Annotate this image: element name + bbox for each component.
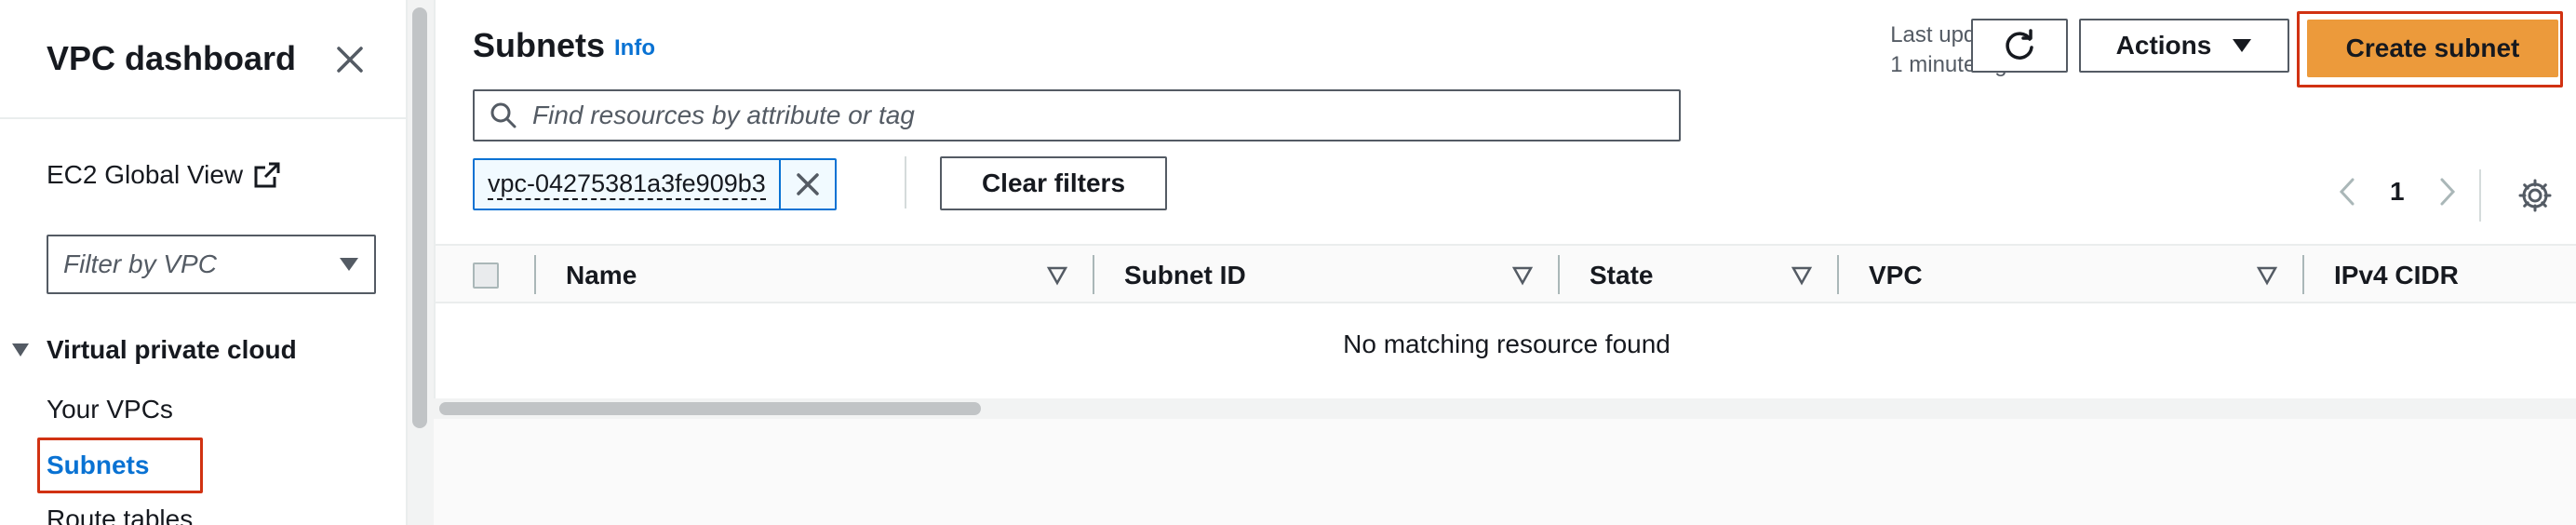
empty-state-message: No matching resource found: [1343, 330, 1670, 358]
search-placeholder: Find resources by attribute or tag: [532, 101, 915, 129]
page-number[interactable]: 1: [2390, 177, 2405, 207]
sort-icon[interactable]: [1046, 264, 1068, 287]
filter-token-text[interactable]: vpc-04275381a3fe909b3: [475, 160, 781, 209]
sidebar-item-route-tables[interactable]: Route tables: [47, 505, 193, 525]
sort-icon[interactable]: [1791, 264, 1813, 287]
section-label: Virtual private cloud: [47, 335, 297, 364]
column-subnet-id[interactable]: Subnet ID: [1124, 261, 1246, 290]
table-horizontal-scrollbar-thumb[interactable]: [439, 402, 981, 415]
filter-by-vpc-placeholder: Filter by VPC: [63, 249, 217, 278]
ec2-global-view-label: EC2 Global View: [47, 160, 244, 189]
sidebar: VPC dashboard EC2 Global View Filter by …: [0, 0, 408, 525]
filter-token: vpc-04275381a3fe909b3: [473, 158, 837, 210]
create-subnet-button[interactable]: Create subnet: [2307, 20, 2558, 77]
column-ipv4-cidr[interactable]: IPv4 CIDR: [2334, 261, 2459, 290]
column-divider[interactable]: [1837, 255, 1839, 294]
sort-icon[interactable]: [1511, 264, 1534, 287]
main-content: Subnets Info Last updated 1 minute ago A…: [434, 0, 2576, 525]
search-input[interactable]: Find resources by attribute or tag: [473, 89, 1681, 141]
column-divider[interactable]: [2302, 255, 2304, 294]
column-state[interactable]: State: [1590, 261, 1653, 290]
column-name[interactable]: Name: [566, 261, 637, 290]
create-subnet-highlight-box: Create subnet: [2297, 11, 2563, 88]
caret-down-icon: [2233, 39, 2252, 52]
search-icon: [490, 102, 517, 128]
section-virtual-private-cloud[interactable]: Virtual private cloud: [11, 335, 297, 365]
select-all-checkbox[interactable]: [473, 262, 499, 289]
sidebar-header: VPC dashboard: [0, 0, 406, 119]
external-link-icon: [254, 162, 280, 188]
pager-divider: [2479, 169, 2481, 222]
refresh-icon: [2006, 29, 2033, 60]
close-icon[interactable]: [331, 41, 369, 78]
sidebar-scrollbar-thumb[interactable]: [412, 7, 427, 428]
caret-down-icon: [340, 258, 358, 271]
app-window: VPC dashboard EC2 Global View Filter by …: [0, 0, 2576, 525]
pagination: 1: [2338, 177, 2457, 207]
info-link[interactable]: Info: [614, 35, 655, 61]
column-vpc[interactable]: VPC: [1869, 261, 1923, 290]
column-divider[interactable]: [1093, 255, 1094, 294]
column-divider[interactable]: [1558, 255, 1560, 294]
close-icon: [797, 173, 819, 195]
actions-button[interactable]: Actions: [2079, 19, 2289, 73]
filter-by-vpc-select[interactable]: Filter by VPC: [47, 235, 376, 294]
gear-icon[interactable]: [2516, 177, 2554, 214]
page-title: Subnets: [473, 26, 606, 64]
caret-down-icon: [12, 343, 29, 357]
subnets-highlight-box: [37, 438, 203, 493]
chevron-left-icon[interactable]: [2338, 177, 2356, 207]
chevron-right-icon[interactable]: [2438, 177, 2457, 207]
sort-icon[interactable]: [2256, 264, 2278, 287]
subnets-panel: Subnets Info Last updated 1 minute ago A…: [434, 0, 2576, 400]
sidebar-title: VPC dashboard: [47, 39, 297, 77]
column-divider: [534, 255, 536, 294]
refresh-button[interactable]: [1971, 19, 2068, 73]
table-header: Name Subnet ID State VPC IPv4 CIDR: [436, 244, 2576, 303]
remove-filter-button[interactable]: [781, 160, 835, 209]
ec2-global-view-link[interactable]: EC2 Global View: [47, 160, 282, 190]
clear-filters-button[interactable]: Clear filters: [940, 156, 1167, 210]
sidebar-item-your-vpcs[interactable]: Your VPCs: [47, 395, 173, 424]
filter-divider: [905, 156, 906, 209]
actions-label: Actions: [2115, 31, 2212, 60]
